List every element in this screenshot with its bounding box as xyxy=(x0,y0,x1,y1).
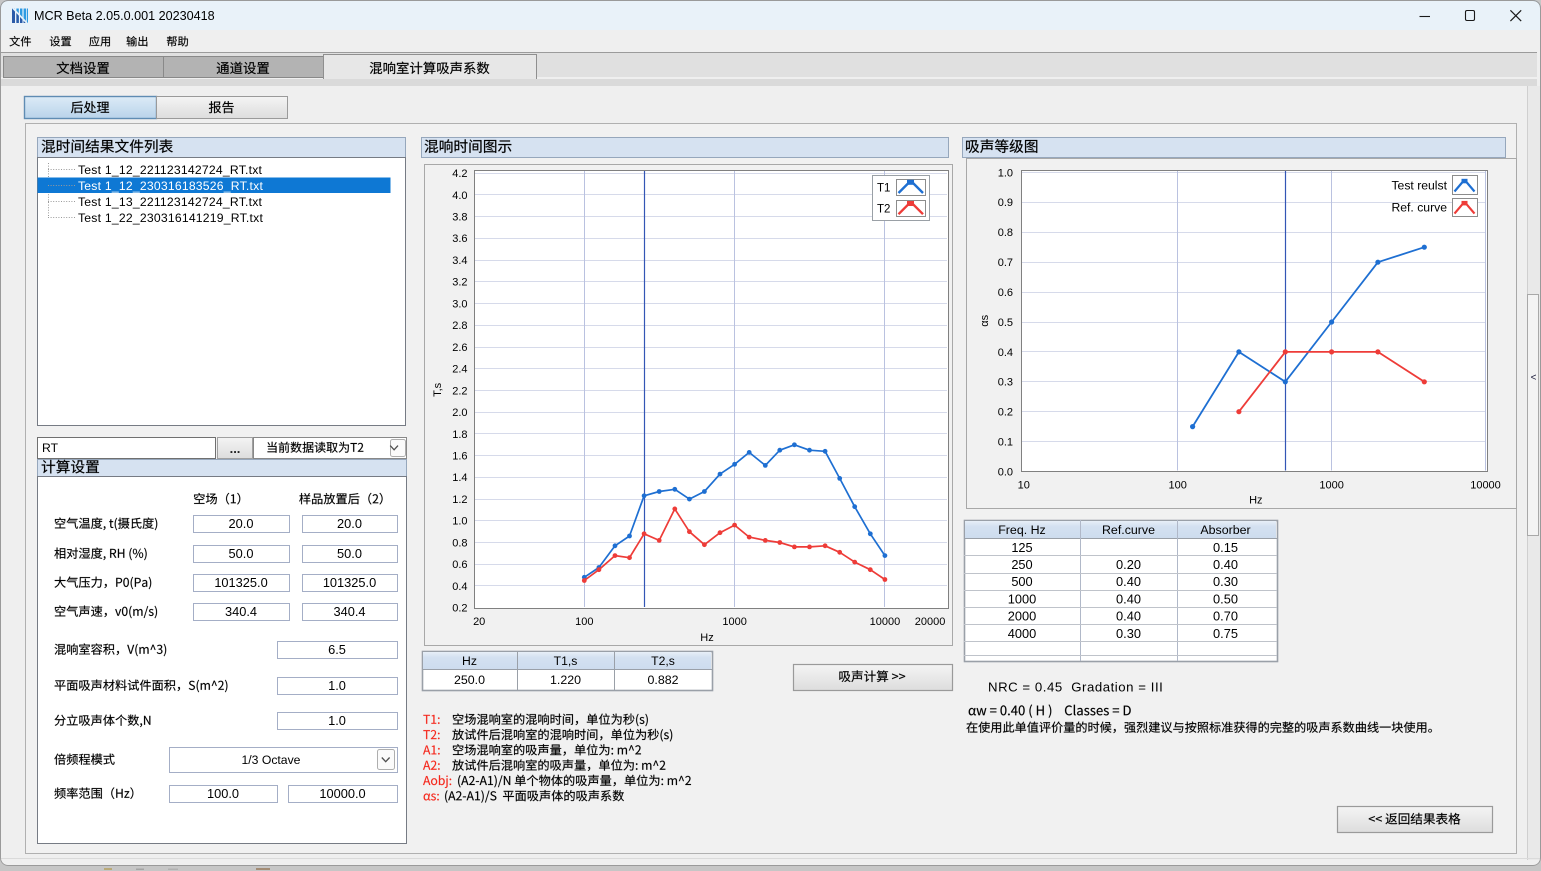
svg-text:1.2: 1.2 xyxy=(452,494,467,506)
svg-text:Ref.curve: Ref.curve xyxy=(1102,523,1155,537)
svg-text:101325.0: 101325.0 xyxy=(214,575,267,590)
svg-text:3.8: 3.8 xyxy=(452,212,467,224)
svg-text:0.40: 0.40 xyxy=(1116,609,1141,624)
svg-text:50.0: 50.0 xyxy=(229,546,254,561)
svg-text:0.2: 0.2 xyxy=(998,407,1013,419)
svg-text:...: ... xyxy=(230,441,241,456)
svg-text:340.4: 340.4 xyxy=(333,604,365,619)
svg-text:0.40: 0.40 xyxy=(1116,574,1141,589)
svg-text:0.4: 0.4 xyxy=(452,581,467,593)
svg-text:250: 250 xyxy=(1011,557,1032,572)
svg-text:0.8: 0.8 xyxy=(998,227,1013,239)
svg-text:Ref. curve: Ref. curve xyxy=(1391,201,1447,215)
svg-text:NRC = 0.45 Gradation = III: NRC = 0.45 Gradation = III xyxy=(988,680,1163,695)
svg-text:Test 1_13_221123142724_RT.txt: Test 1_13_221123142724_RT.txt xyxy=(78,195,263,209)
svg-text:340.4: 340.4 xyxy=(225,604,257,619)
svg-text:<: < xyxy=(1531,373,1537,384)
svg-text:10000: 10000 xyxy=(870,616,901,628)
svg-text:500: 500 xyxy=(1011,574,1032,589)
svg-text:250.0: 250.0 xyxy=(454,673,485,687)
svg-text:T2,s: T2,s xyxy=(651,654,675,668)
svg-text:0.40: 0.40 xyxy=(1213,557,1238,572)
svg-text:1.8: 1.8 xyxy=(452,429,467,441)
svg-text:10: 10 xyxy=(1018,479,1030,491)
svg-text:1000: 1000 xyxy=(722,616,746,628)
svg-text:0.2: 0.2 xyxy=(452,603,467,615)
svg-text:0.15: 0.15 xyxy=(1213,540,1238,555)
svg-text:0.4: 0.4 xyxy=(998,347,1013,359)
svg-text:Freq. Hz: Freq. Hz xyxy=(998,523,1046,537)
svg-text:Hz: Hz xyxy=(700,632,713,644)
svg-text:100: 100 xyxy=(575,616,593,628)
svg-text:4.0: 4.0 xyxy=(452,190,467,202)
svg-text:0.1: 0.1 xyxy=(998,437,1013,449)
svg-text:0.6: 0.6 xyxy=(452,559,467,571)
svg-text:αs: αs xyxy=(979,314,991,326)
svg-text:RT: RT xyxy=(42,441,59,455)
svg-text:2.8: 2.8 xyxy=(452,320,467,332)
svg-text:Test 1_12_230316183526_RT.txt: Test 1_12_230316183526_RT.txt xyxy=(78,179,263,193)
svg-text:2.4: 2.4 xyxy=(452,364,467,376)
svg-text:3.6: 3.6 xyxy=(452,233,467,245)
svg-text:2000: 2000 xyxy=(1008,609,1036,624)
svg-text:0.40: 0.40 xyxy=(1116,591,1141,606)
svg-text:2.2: 2.2 xyxy=(452,385,467,397)
svg-text:Absorber: Absorber xyxy=(1200,523,1250,537)
svg-text:100.0: 100.0 xyxy=(207,786,239,801)
svg-text:Test 1_12_221123142724_RT.txt: Test 1_12_221123142724_RT.txt xyxy=(78,163,263,177)
svg-text:10000.0: 10000.0 xyxy=(319,786,365,801)
svg-text:1000: 1000 xyxy=(1008,591,1036,606)
svg-text:2.0: 2.0 xyxy=(452,407,467,419)
svg-text:0.8: 0.8 xyxy=(452,537,467,549)
svg-text:0.5: 0.5 xyxy=(998,317,1013,329)
svg-text:0.30: 0.30 xyxy=(1116,626,1141,641)
svg-text:Test reulst: Test reulst xyxy=(1391,178,1447,192)
svg-text:10000: 10000 xyxy=(1470,479,1501,491)
svg-text:6.5: 6.5 xyxy=(328,642,346,657)
svg-text:20.0: 20.0 xyxy=(337,516,362,531)
svg-text:T2: T2 xyxy=(877,204,890,216)
svg-text:Test 1_22_230316141219_RT.txt: Test 1_22_230316141219_RT.txt xyxy=(78,211,263,225)
svg-text:3.4: 3.4 xyxy=(452,255,467,267)
svg-text:T1,s: T1,s xyxy=(554,654,578,668)
svg-text:T,s: T,s xyxy=(432,382,444,397)
svg-text:T1: T1 xyxy=(877,182,890,194)
svg-text:20: 20 xyxy=(473,616,485,628)
svg-text:0.70: 0.70 xyxy=(1213,609,1238,624)
svg-text:0.30: 0.30 xyxy=(1213,574,1238,589)
svg-text:1.0: 1.0 xyxy=(452,516,467,528)
svg-text:1.0: 1.0 xyxy=(328,678,346,693)
svg-text:0.3: 0.3 xyxy=(998,377,1013,389)
svg-text:50.0: 50.0 xyxy=(337,546,362,561)
svg-text:0.20: 0.20 xyxy=(1116,557,1141,572)
svg-text:1/3 Octave: 1/3 Octave xyxy=(242,753,301,767)
svg-text:0.7: 0.7 xyxy=(998,257,1013,269)
svg-text:0.0: 0.0 xyxy=(998,466,1013,478)
svg-text:2.6: 2.6 xyxy=(452,342,467,354)
svg-text:1.4: 1.4 xyxy=(452,472,467,484)
svg-text:1.6: 1.6 xyxy=(452,451,467,463)
svg-text:125: 125 xyxy=(1011,540,1032,555)
svg-text:101325.0: 101325.0 xyxy=(323,575,376,590)
svg-text:Hz: Hz xyxy=(1249,494,1262,506)
svg-text:20.0: 20.0 xyxy=(229,516,254,531)
svg-text:4.2: 4.2 xyxy=(452,168,467,180)
svg-text:3.0: 3.0 xyxy=(452,298,467,310)
svg-text:4000: 4000 xyxy=(1008,626,1036,641)
svg-text:1000: 1000 xyxy=(1319,479,1343,491)
svg-text:Hz: Hz xyxy=(462,654,477,668)
svg-text:MCR Beta 2.05.0.001 20230418: MCR Beta 2.05.0.001 20230418 xyxy=(34,9,215,23)
svg-text:1.0: 1.0 xyxy=(328,713,346,728)
svg-text:20000: 20000 xyxy=(915,616,946,628)
svg-text:3.2: 3.2 xyxy=(452,277,467,289)
svg-text:1.220: 1.220 xyxy=(550,673,581,687)
svg-text:0.75: 0.75 xyxy=(1213,626,1238,641)
svg-text:0.9: 0.9 xyxy=(998,197,1013,209)
svg-text:1.0: 1.0 xyxy=(998,167,1013,179)
svg-text:0.882: 0.882 xyxy=(647,673,678,687)
svg-text:0.6: 0.6 xyxy=(998,287,1013,299)
svg-text:0.50: 0.50 xyxy=(1213,591,1238,606)
svg-text:100: 100 xyxy=(1169,479,1187,491)
